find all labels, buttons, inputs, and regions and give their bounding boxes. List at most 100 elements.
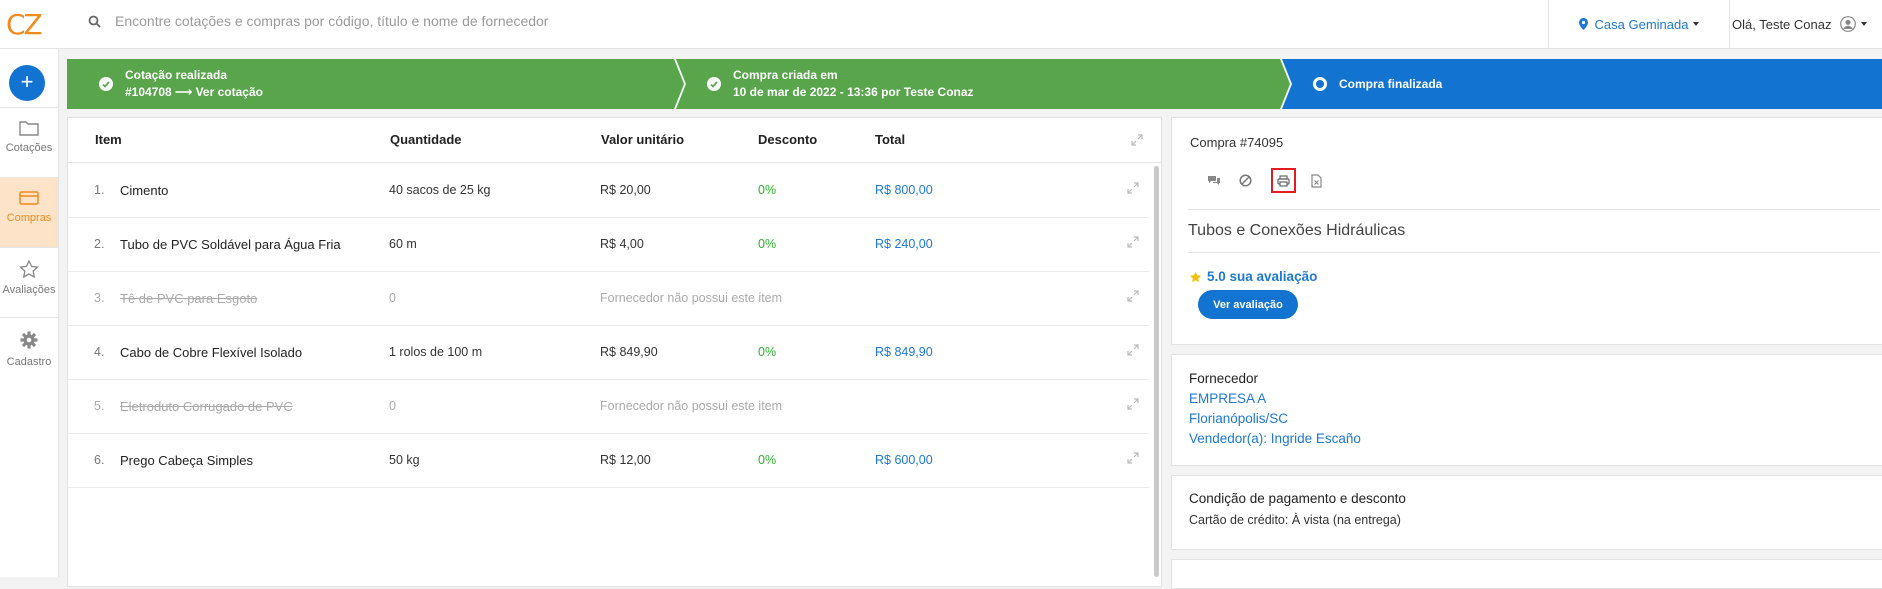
check-circle-icon — [99, 77, 113, 91]
sidebar-item-avaliacoes[interactable]: Avaliações — [0, 247, 58, 317]
new-button[interactable]: + — [9, 65, 45, 101]
chevron-down-icon — [1861, 22, 1868, 26]
row-number: 4. — [94, 345, 105, 359]
chevron-down-icon — [1693, 22, 1700, 26]
expand-icon[interactable] — [1127, 290, 1139, 302]
expand-icon[interactable] — [1127, 182, 1139, 194]
table-row[interactable]: 6. Prego Cabeça Simples 50 kg R$ 12,00 0… — [68, 434, 1149, 488]
cancel-icon[interactable] — [1239, 174, 1252, 187]
table-row[interactable]: 4. Cabo de Cobre Flexível Isolado 1 rolo… — [68, 326, 1149, 380]
divider — [1188, 209, 1880, 210]
chat-icon[interactable] — [1207, 175, 1221, 187]
printer-icon — [1277, 174, 1290, 187]
search-placeholder[interactable]: Encontre cotações e compras por código, … — [115, 13, 548, 29]
column-header: Quantidade — [390, 132, 462, 147]
item-name: Cimento — [120, 183, 169, 198]
location-label: Casa Geminada — [1594, 16, 1689, 32]
step-subtitle[interactable]: #104708 ⟶ Ver cotação — [125, 84, 263, 101]
sidebar: + Cotações Compras Avaliações Cadastro — [0, 49, 59, 577]
table-row[interactable]: 5. Eletroduto Corrugado de PVC 0 Fornece… — [68, 380, 1149, 434]
payment-heading: Condição de pagamento e desconto — [1189, 491, 1406, 506]
expand-icon[interactable] — [1127, 398, 1139, 410]
item-name: Tê de PVC para Esgoto — [120, 291, 258, 306]
sidebar-item-label: Compras — [6, 212, 52, 224]
item-quantity: 0 — [389, 291, 396, 305]
item-quantity: 60 m — [389, 237, 417, 251]
step-subtitle: 10 de mar de 2022 - 13:36 por Teste Cona… — [733, 85, 974, 99]
item-unit-price: R$ 849,90 — [600, 345, 658, 359]
search-bar[interactable]: Encontre cotações e compras por código, … — [88, 13, 548, 29]
supplier-card: Fornecedor EMPRESA A Florianópolis/SC Ve… — [1171, 354, 1882, 466]
sidebar-item-label: Cadastro — [6, 356, 52, 368]
purchase-card: Compra #74095 Tubos e Conexões Hidráulic… — [1171, 117, 1882, 345]
item-discount: 0% — [758, 345, 777, 359]
scrollbar[interactable] — [1154, 166, 1159, 577]
item-quantity: 40 sacos de 25 kg — [389, 183, 491, 197]
row-number: 5. — [94, 399, 105, 413]
logo[interactable]: CZ — [6, 8, 43, 41]
item-discount: 0% — [758, 183, 777, 197]
item-total: R$ 600,00 — [875, 453, 933, 467]
next-card — [1171, 559, 1882, 589]
sidebar-item-label: Cotações — [5, 142, 53, 154]
column-header: Total — [875, 132, 906, 147]
gear-icon — [20, 331, 38, 349]
step-cotacao-realizada[interactable]: Cotação realizada #104708 ⟶ Ver cotação — [99, 59, 263, 109]
item-quantity: 0 — [389, 399, 396, 413]
user-greeting: Olá, Teste Conaz — [1732, 16, 1832, 32]
table-header: Item Quantidade Valor unitário Desconto … — [68, 118, 1161, 163]
step-title: Compra criada em — [733, 68, 838, 82]
search-icon — [88, 15, 101, 28]
check-circle-icon — [707, 77, 721, 91]
sidebar-item-compras[interactable]: Compras — [0, 177, 58, 247]
item-quantity: 50 kg — [389, 453, 420, 467]
item-total: R$ 800,00 — [875, 183, 933, 197]
card-icon — [19, 191, 39, 205]
expand-icon[interactable] — [1127, 236, 1139, 248]
step-title: Compra finalizada — [1339, 76, 1443, 91]
table-row[interactable]: 1. Cimento 40 sacos de 25 kg R$ 20,00 0%… — [68, 164, 1149, 218]
row-number: 1. — [94, 183, 105, 197]
supplier-name: Tubos e Conexões Hidráulicas — [1188, 222, 1406, 239]
avatar-icon — [1840, 16, 1857, 32]
star-icon — [19, 260, 39, 278]
rating: 5.0 sua avaliação — [1189, 269, 1317, 284]
step-compra-finalizada: Compra finalizada — [1313, 59, 1442, 109]
item-unit-price: R$ 4,00 — [600, 237, 644, 251]
item-unit-price: R$ 12,00 — [600, 453, 651, 467]
table-row[interactable]: 3. Tê de PVC para Esgoto 0 Fornecedor nã… — [68, 272, 1149, 326]
sidebar-item-cotacoes[interactable]: Cotações — [0, 107, 58, 177]
expand-icon[interactable] — [1131, 134, 1143, 146]
table-row[interactable]: 2. Tubo de PVC Soldável para Água Fria 6… — [68, 218, 1149, 272]
column-header: Item — [95, 132, 122, 147]
supplier-heading: Fornecedor — [1189, 371, 1259, 386]
expand-icon[interactable] — [1127, 452, 1139, 464]
folder-icon — [19, 121, 39, 136]
user-menu[interactable]: Olá, Teste Conaz — [1729, 0, 1882, 48]
print-button[interactable] — [1271, 168, 1296, 193]
supplier-city: Florianópolis/SC — [1189, 411, 1289, 426]
item-total: R$ 849,90 — [875, 345, 933, 359]
progress-stepper: Cotação realizada #104708 ⟶ Ver cotação … — [67, 59, 1882, 109]
supplier-seller[interactable]: Vendedor(a): Ingride Escaño — [1189, 431, 1361, 446]
radio-dot-icon — [1313, 77, 1327, 91]
row-number: 2. — [94, 237, 105, 251]
top-bar: CZ Encontre cotações e compras por códig… — [0, 0, 1882, 49]
item-name: Eletroduto Corrugado de PVC — [120, 399, 293, 414]
star-icon — [1189, 271, 1202, 282]
map-pin-icon — [1578, 18, 1588, 30]
items-table: Item Quantidade Valor unitário Desconto … — [67, 117, 1162, 587]
unavailable-message: Fornecedor não possui este item — [600, 291, 783, 305]
row-number: 6. — [94, 453, 105, 467]
item-discount: 0% — [758, 237, 777, 251]
purchase-actions — [1207, 168, 1322, 193]
sidebar-item-cadastro[interactable]: Cadastro — [0, 317, 58, 387]
row-number: 3. — [94, 291, 105, 305]
rating-value[interactable]: 5.0 sua avaliação — [1207, 269, 1317, 284]
location-selector[interactable]: Casa Geminada — [1548, 0, 1729, 48]
spreadsheet-icon[interactable] — [1311, 173, 1322, 188]
view-rating-button[interactable]: Ver avaliação — [1198, 290, 1298, 319]
supplier-company[interactable]: EMPRESA A — [1189, 391, 1266, 406]
expand-icon[interactable] — [1127, 344, 1139, 356]
item-name: Tubo de PVC Soldável para Água Fria — [120, 237, 341, 252]
